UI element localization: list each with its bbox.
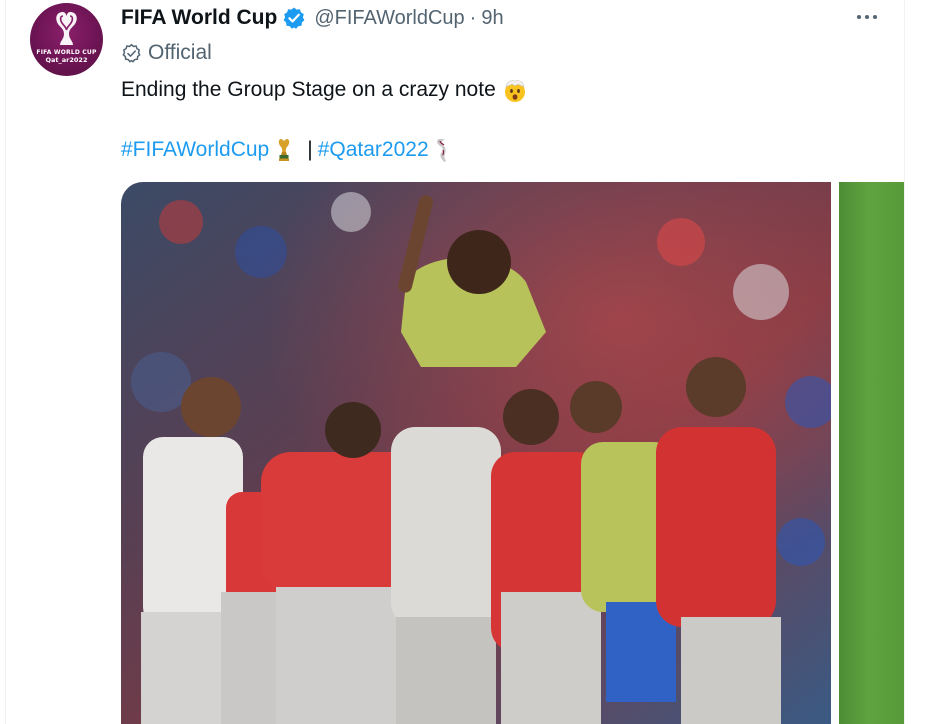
trophy-emoji-icon	[275, 136, 293, 164]
official-label: Official	[148, 41, 212, 64]
author-name[interactable]: FIFA World Cup	[121, 6, 277, 30]
verified-badge-icon	[282, 6, 306, 30]
avatar-logo-line2: Qat_ar2022	[45, 56, 88, 64]
mascot-emoji-icon	[434, 136, 450, 164]
author-avatar[interactable]: FIFA WORLD CUP Qat_ar2022	[30, 3, 103, 76]
hashtag-row: #FIFAWorldCup | #Qatar2022	[121, 135, 450, 165]
hashtag-fifaworldcup[interactable]: #FIFAWorldCup	[121, 138, 269, 162]
more-dot	[865, 15, 869, 19]
celebration-photo	[121, 182, 831, 724]
world-cup-logo-icon	[56, 12, 77, 45]
hashtag-separator: |	[307, 138, 313, 161]
tweet-media-photo[interactable]	[121, 182, 831, 724]
official-check-icon	[122, 43, 141, 63]
official-label-row[interactable]: Official	[121, 40, 212, 66]
more-dot	[857, 15, 861, 19]
tweet-body: Ending the Group Stage on a crazy note	[121, 76, 528, 104]
more-options-icon[interactable]	[852, 6, 882, 28]
tweet-header: FIFA World Cup @FIFAWorldCup · 9h	[121, 4, 504, 32]
header-separator: ·	[469, 6, 477, 29]
tweet-media-photo-2[interactable]	[839, 182, 904, 724]
more-dot	[873, 15, 877, 19]
tweet-timestamp[interactable]: 9h	[481, 7, 503, 30]
mind-blown-emoji-icon	[502, 77, 528, 103]
tweet-text: Ending the Group Stage on a crazy note	[121, 78, 496, 101]
author-handle[interactable]: @FIFAWorldCup	[314, 7, 464, 30]
avatar-logo-line1: FIFA WORLD CUP	[36, 49, 97, 56]
timeline-right-border	[904, 0, 905, 724]
hashtag-qatar2022[interactable]: #Qatar2022	[318, 138, 429, 162]
tweet-card: FIFA WORLD CUP Qat_ar2022 FIFA World Cup…	[0, 0, 951, 724]
timeline-left-border	[5, 0, 6, 724]
